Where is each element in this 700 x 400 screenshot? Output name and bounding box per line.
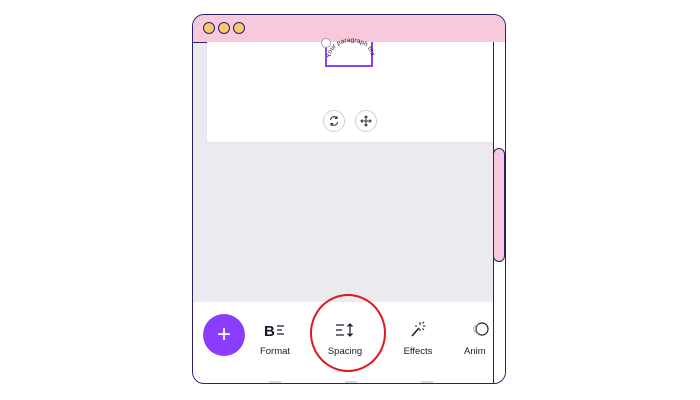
scrollbar-thumb[interactable] [493,148,505,262]
window-control-dot[interactable] [203,22,215,34]
curved-text-content: Your paragraph text [327,34,375,58]
window-control-dot[interactable] [218,22,230,34]
tool-label: Anim [464,346,486,357]
nav-tick [269,381,281,383]
bottom-toolbar: + B Format Spacing Effects Anim [193,302,493,383]
selected-text-element[interactable]: Your paragraph text [321,34,375,67]
design-canvas[interactable]: Your paragraph text [207,34,493,142]
move-icon [360,115,372,127]
tool-effects[interactable]: Effects [388,318,448,358]
bold-format-icon: B [264,323,284,338]
app-window: Your paragraph text + [192,14,506,384]
tool-format[interactable]: B Format [245,318,305,358]
svg-text:B: B [264,323,275,338]
tool-label: Effects [403,346,433,357]
svg-text:Your paragraph text: Your paragraph text [327,34,375,58]
plus-icon: + [216,321,231,348]
tool-label: Spacing [327,346,363,357]
tool-label: Format [259,346,291,357]
nav-tick [345,381,357,383]
tool-animate[interactable]: Anim [461,318,501,358]
move-button[interactable] [355,110,377,132]
rotate-icon [329,116,339,126]
nav-tick [421,381,433,383]
tool-spacing[interactable]: Spacing [315,318,375,358]
curved-text: Your paragraph text [327,34,375,58]
add-button[interactable]: + [203,314,245,356]
spacing-icon [336,323,353,337]
window-control-dot[interactable] [233,22,245,34]
animate-icon [473,322,489,336]
rotate-button[interactable] [323,110,345,132]
bottom-nav-peek [253,380,433,383]
magic-wand-icon [411,321,426,337]
